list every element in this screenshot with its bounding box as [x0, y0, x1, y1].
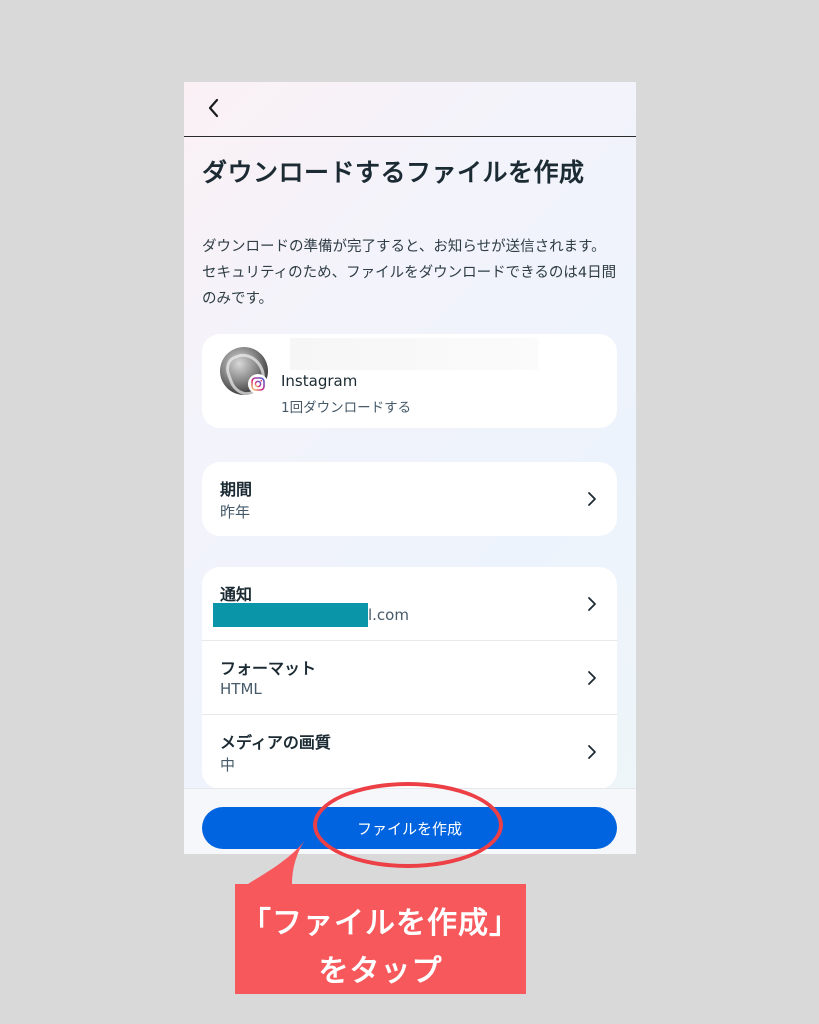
chevron-right-icon	[588, 671, 596, 685]
settings-card: 通知 l.com フォーマット HTML メディアの画質 中	[202, 567, 617, 789]
download-count-label: 1回ダウンロードする	[281, 400, 412, 416]
back-button[interactable]	[202, 95, 228, 121]
period-value: 昨年	[220, 503, 251, 521]
redacted-email	[213, 603, 368, 627]
account-card: Instagram 1回ダウンロードする	[202, 334, 617, 428]
redacted-account-name	[290, 338, 538, 370]
media-quality-setting[interactable]: メディアの画質 中	[202, 715, 617, 789]
chevron-left-icon	[208, 98, 219, 118]
notification-label: 通知	[220, 585, 253, 604]
annotation-callout: 「ファイルを作成」 をタップ	[235, 884, 526, 994]
format-value: HTML	[220, 680, 262, 698]
phone-screen: ダウンロードするファイルを作成 ダウンロードの準備が完了すると、お知らせが送信さ…	[184, 82, 636, 854]
bottom-action-bar: ファイルを作成	[184, 788, 636, 854]
page-title: ダウンロードするファイルを作成	[202, 158, 585, 187]
format-label: フォーマット	[220, 659, 317, 678]
chevron-right-icon	[588, 597, 596, 611]
instagram-icon	[248, 374, 268, 394]
format-setting[interactable]: フォーマット HTML	[202, 641, 617, 715]
create-file-button[interactable]: ファイルを作成	[202, 807, 617, 849]
notification-setting[interactable]: 通知 l.com	[202, 567, 617, 641]
media-quality-label: メディアの画質	[220, 733, 331, 752]
media-quality-value: 中	[220, 756, 236, 774]
platform-name: Instagram	[281, 372, 358, 390]
period-setting[interactable]: 期間 昨年	[202, 462, 617, 536]
annotation-line-2: をタップ	[318, 954, 443, 989]
chevron-right-icon	[588, 492, 596, 506]
annotation-line-1: 「ファイルを作成」	[241, 906, 520, 941]
page-description: ダウンロードの準備が完了すると、お知らせが送信されます。セキュリティのため、ファ…	[202, 239, 617, 307]
chevron-right-icon	[588, 745, 596, 759]
period-label: 期間	[220, 480, 253, 499]
top-navigation-bar	[184, 82, 636, 137]
notification-email-suffix: l.com	[368, 606, 409, 624]
